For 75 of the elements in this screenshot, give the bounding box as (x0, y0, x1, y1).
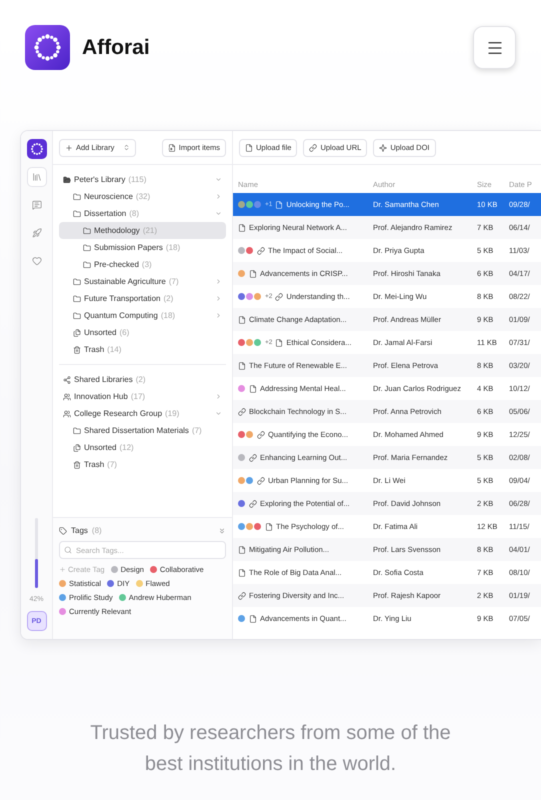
files-icon (73, 328, 81, 336)
file-icon (238, 224, 246, 232)
folder-icon (73, 294, 81, 302)
link-icon (257, 430, 265, 438)
up-down-caret-icon (123, 144, 130, 151)
file-icon (249, 270, 257, 278)
folder-icon (73, 210, 81, 218)
tree-item[interactable]: Sustainable Agriculture (7) (59, 273, 226, 290)
tag-icon (59, 526, 67, 534)
folder-icon (63, 176, 71, 184)
link-icon (238, 408, 246, 416)
tree-item[interactable]: Methodology (21) (59, 222, 226, 239)
link-icon (249, 500, 257, 508)
tree-item[interactable]: Shared Libraries (2) (59, 371, 226, 388)
file-icon (265, 522, 273, 530)
link-icon (257, 476, 265, 484)
file-icon (245, 144, 253, 152)
link-icon (238, 592, 246, 600)
search-icon (64, 546, 72, 554)
tree-item[interactable]: Unsorted (6) (59, 324, 226, 341)
link-icon (249, 454, 257, 462)
link-icon (275, 292, 284, 300)
tree-item[interactable]: Pre-checked (3) (59, 256, 226, 273)
file-icon (238, 568, 246, 576)
tree-item[interactable]: Trash (7) (59, 456, 226, 473)
logo-icon (25, 25, 70, 70)
tree-item[interactable]: College Research Group (19) (59, 405, 226, 422)
rail-button[interactable] (26, 167, 46, 187)
file-icon (238, 546, 246, 554)
share-icon (63, 376, 71, 384)
tree-item[interactable]: Quantum Computing (18) (59, 307, 226, 324)
tree-item[interactable]: Trash (14) (59, 341, 226, 358)
file-icon (238, 362, 246, 370)
plus-icon (59, 566, 66, 573)
library-icon (32, 172, 42, 182)
sparkle-icon (379, 144, 388, 152)
tree-item[interactable]: Shared Dissertation Materials (7) (59, 422, 226, 439)
collapse-icon[interactable] (218, 526, 226, 534)
tree-item[interactable]: Dissertation (8) (59, 205, 226, 222)
folder-icon (73, 192, 81, 200)
tree-item[interactable]: Unsorted (12) (59, 439, 226, 456)
file-icon (238, 316, 246, 324)
menu-button[interactable] (473, 26, 516, 69)
link-icon (309, 144, 318, 152)
file-icon (275, 200, 284, 208)
rocket-icon (32, 228, 42, 238)
brand-name: Afforai (82, 36, 150, 60)
folder-icon (83, 244, 91, 252)
tagline: Trusted by researchers from some of the best institutions in the world. (89, 721, 452, 777)
folder-icon (83, 226, 91, 234)
users-icon (63, 392, 71, 400)
trash-icon (73, 460, 81, 468)
files-icon (73, 444, 81, 452)
folder-icon (83, 260, 91, 268)
tree-item[interactable]: Innovation Hub (17) (59, 388, 226, 405)
heart-icon (32, 256, 42, 266)
tags-count: (8) (92, 526, 102, 535)
link-icon (257, 246, 265, 254)
folder-icon (73, 278, 81, 286)
tags-title: Tags (71, 526, 88, 535)
plus-icon (65, 144, 73, 152)
import-icon (168, 144, 176, 152)
users-icon (63, 410, 71, 418)
trash-icon (73, 346, 81, 354)
tree-item[interactable]: Future Transportation (2) (59, 290, 226, 307)
file-icon (249, 614, 257, 622)
folder-icon (73, 426, 81, 434)
tree-item[interactable]: Submission Papers (18) (59, 239, 226, 256)
tree-item[interactable]: Neuroscience (32) (59, 188, 226, 205)
folder-icon (73, 312, 81, 320)
logo-icon (26, 139, 46, 159)
file-icon (275, 338, 284, 346)
chat-search-icon (32, 200, 42, 210)
tree-item[interactable]: Peter's Library (115) (59, 171, 226, 188)
file-icon (249, 384, 257, 392)
